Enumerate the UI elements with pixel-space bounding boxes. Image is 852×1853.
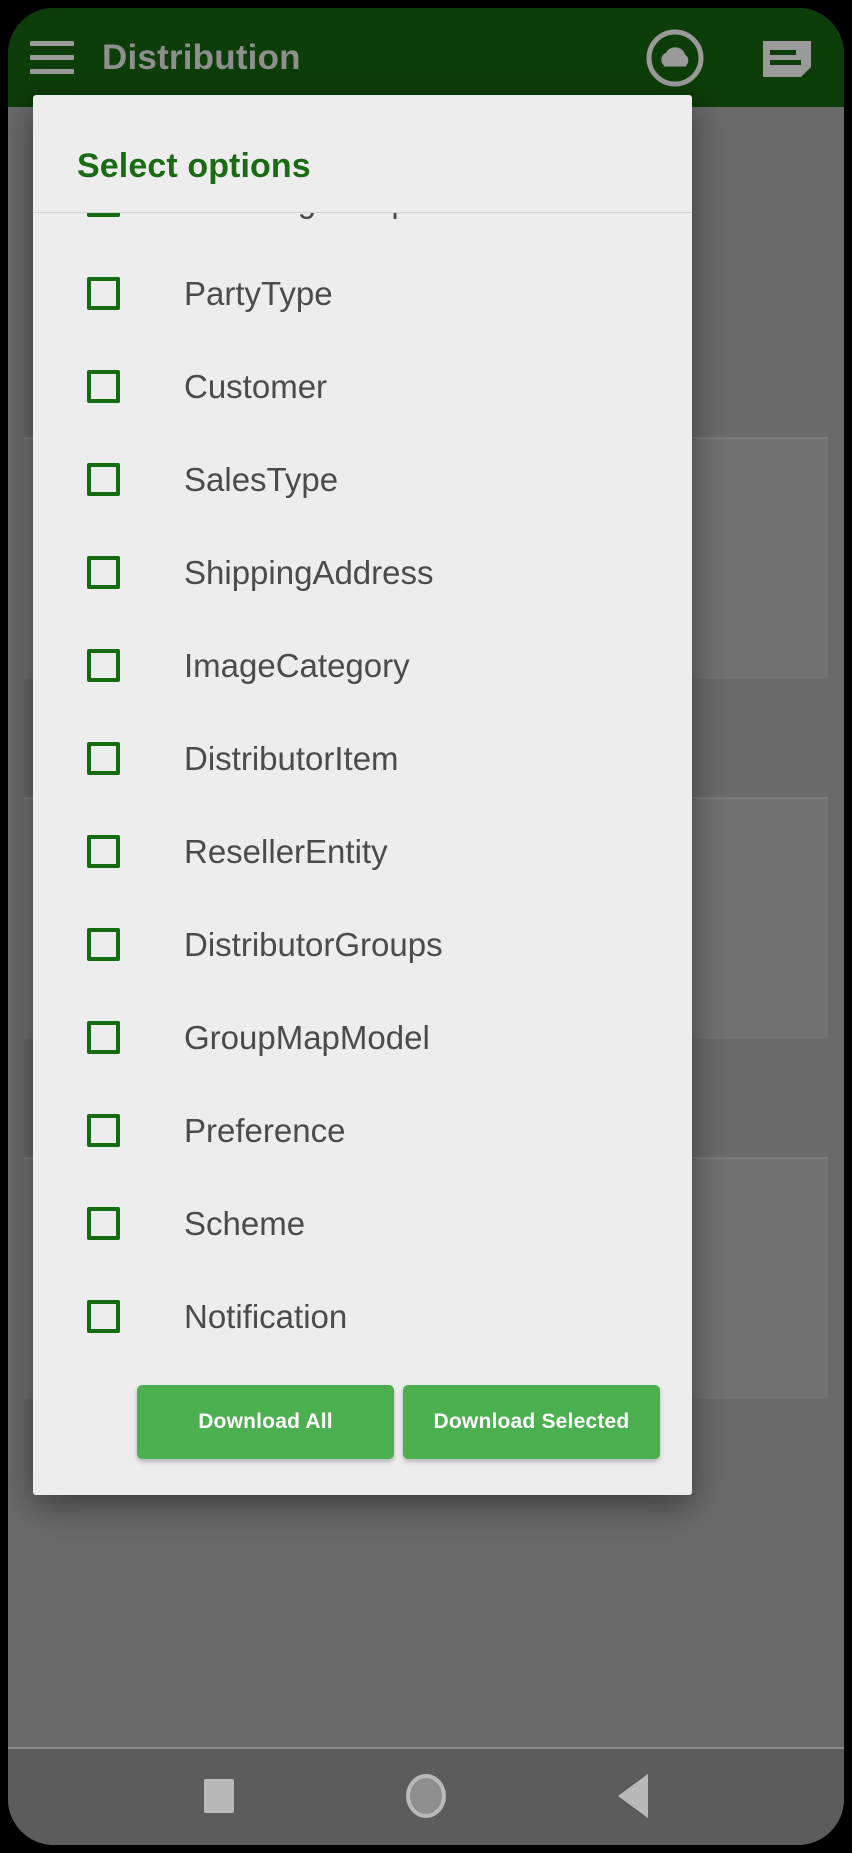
square-recents-icon[interactable]	[204, 1779, 234, 1813]
checkbox-icon[interactable]	[87, 556, 120, 589]
download-selected-button[interactable]: Download Selected	[403, 1385, 660, 1459]
document-list-icon[interactable]	[756, 27, 818, 89]
checkbox-icon[interactable]	[87, 928, 120, 961]
option-label: SalesType	[184, 460, 339, 498]
option-label: Customer	[184, 367, 328, 405]
option-label: ResellerEntity	[184, 832, 388, 870]
download-all-button[interactable]: Download All	[137, 1385, 394, 1459]
options-list[interactable]: SubLedgerMap PartyType Customer SalesType Sh…	[33, 213, 692, 1371]
dialog-title: Select options	[77, 147, 311, 185]
option-label: Notification	[184, 1297, 348, 1335]
option-row[interactable]: ImageCategory	[33, 619, 692, 712]
android-nav-bar	[8, 1747, 844, 1845]
option-label: ShippingAddress	[184, 553, 434, 591]
page-title: Distribution	[102, 37, 301, 77]
option-row[interactable]: PartyType	[33, 247, 692, 340]
option-row[interactable]: DistributorItem	[33, 712, 692, 805]
phone-screen: Distribution Select options SubLedge	[8, 8, 844, 1845]
option-row[interactable]: Scheme	[33, 1177, 692, 1270]
checkbox-icon[interactable]	[87, 1300, 120, 1333]
checkbox-icon[interactable]	[87, 463, 120, 496]
cloud-circle-icon[interactable]	[644, 27, 706, 89]
checkbox-icon[interactable]	[87, 1207, 120, 1240]
option-label: PartyType	[184, 274, 333, 312]
dialog-actions: Download All Download Selected	[33, 1371, 692, 1495]
checkbox-icon[interactable]	[87, 649, 120, 682]
app-bar: Distribution	[8, 8, 844, 107]
checkbox-icon[interactable]	[87, 370, 120, 403]
checkbox-icon[interactable]	[87, 277, 120, 310]
hamburger-menu-icon[interactable]	[30, 35, 76, 81]
option-row[interactable]: DistributorGroups	[33, 898, 692, 991]
checkbox-icon[interactable]	[87, 835, 120, 868]
option-row[interactable]: ResellerEntity	[33, 805, 692, 898]
option-row[interactable]: SalesType	[33, 433, 692, 526]
circle-home-icon[interactable]	[406, 1774, 446, 1818]
checkbox-icon[interactable]	[87, 213, 120, 217]
option-label: DistributorGroups	[184, 925, 443, 963]
option-label: DistributorItem	[184, 739, 399, 777]
option-label: SubLedgerMap	[184, 213, 410, 220]
select-options-dialog: Select options SubLedgerMap PartyType Cust…	[33, 95, 692, 1495]
option-row[interactable]: ShippingAddress	[33, 526, 692, 619]
checkbox-icon[interactable]	[87, 1021, 120, 1054]
option-row[interactable]: SubLedgerMap	[33, 213, 692, 247]
triangle-back-icon[interactable]	[618, 1774, 648, 1818]
checkbox-icon[interactable]	[87, 742, 120, 775]
option-row[interactable]: GroupMapModel	[33, 991, 692, 1084]
nav-bar-separator	[8, 1747, 844, 1749]
option-label: GroupMapModel	[184, 1018, 430, 1056]
option-row[interactable]: Preference	[33, 1084, 692, 1177]
checkbox-icon[interactable]	[87, 1114, 120, 1147]
option-label: ImageCategory	[184, 646, 410, 684]
option-label: Preference	[184, 1111, 346, 1149]
option-label: Scheme	[184, 1204, 306, 1242]
option-row[interactable]: Notification	[33, 1270, 692, 1363]
device-frame: Distribution Select options SubLedge	[0, 0, 852, 1853]
option-row[interactable]: Customer	[33, 340, 692, 433]
